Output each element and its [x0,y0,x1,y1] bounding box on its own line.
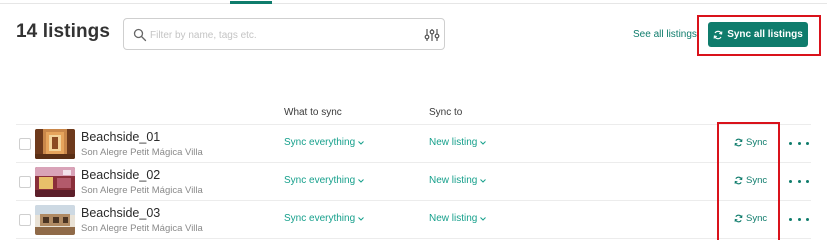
row-checkbox[interactable] [19,214,31,226]
sync-to-value: New listing [429,213,478,224]
sync-all-listings-button[interactable]: Sync all listings [708,22,808,47]
listing-row: Beachside_01 Son Alegre Petit Mágica Vil… [0,126,827,164]
more-dot [797,179,801,183]
listing-row: Beachside_03 Son Alegre Petit Mágica Vil… [0,202,827,240]
more-dot [806,179,809,183]
more-options-button[interactable] [789,212,809,226]
sync-all-label: Sync all listings [727,29,803,40]
chevron-down-icon [480,178,487,183]
more-dot [806,217,809,221]
sync-to-value: New listing [429,137,478,148]
listing-name[interactable]: Beachside_03 [81,206,160,220]
listing-subtitle: Son Alegre Petit Mágica Villa [81,185,203,196]
chevron-down-icon [358,178,365,183]
listing-thumbnail [35,129,75,159]
more-options-button[interactable] [789,174,809,188]
more-dot [806,141,809,145]
column-header-sync-to: Sync to [429,107,463,118]
sync-to-dropdown[interactable]: New listing [429,137,487,148]
top-tab-strip [0,0,827,4]
filter-sliders-icon[interactable] [424,27,440,43]
listing-subtitle: Son Alegre Petit Mágica Villa [81,223,203,234]
search-icon [133,28,147,42]
more-options-button[interactable] [789,136,809,150]
chevron-down-icon [358,216,365,221]
sync-to-dropdown[interactable]: New listing [429,213,487,224]
listing-row: Beachside_02 Son Alegre Petit Mágica Vil… [0,164,827,202]
search-input[interactable] [150,25,410,45]
row-checkbox[interactable] [19,138,31,150]
sync-icon [713,30,723,39]
page-title: 14 listings [16,21,111,42]
highlight-frame-sync-column [717,122,780,240]
sync-to-value: New listing [429,175,478,186]
more-dot [789,217,792,221]
search-box[interactable] [123,18,445,50]
tab-divider [0,3,827,4]
what-to-sync-value: Sync everything [284,175,356,186]
listing-thumbnail [35,167,75,197]
more-dot [789,141,792,145]
chevron-down-icon [480,216,487,221]
listing-name[interactable]: Beachside_02 [81,168,160,182]
more-dot [797,141,801,145]
chevron-down-icon [480,140,487,145]
more-dot [797,217,801,221]
see-all-listings-link[interactable]: See all listings [633,29,697,40]
what-to-sync-value: Sync everything [284,137,356,148]
listing-subtitle: Son Alegre Petit Mágica Villa [81,147,203,158]
active-tab-indicator [230,1,272,4]
what-to-sync-dropdown[interactable]: Sync everything [284,137,365,148]
chevron-down-icon [358,140,365,145]
what-to-sync-dropdown[interactable]: Sync everything [284,175,365,186]
row-checkbox[interactable] [19,176,31,188]
listing-thumbnail [35,205,75,235]
sync-to-dropdown[interactable]: New listing [429,175,487,186]
listing-name[interactable]: Beachside_01 [81,130,160,144]
more-dot [789,179,792,183]
what-to-sync-value: Sync everything [284,213,356,224]
what-to-sync-dropdown[interactable]: Sync everything [284,213,365,224]
column-header-what-to-sync: What to sync [284,107,342,118]
row-divider [16,124,811,125]
